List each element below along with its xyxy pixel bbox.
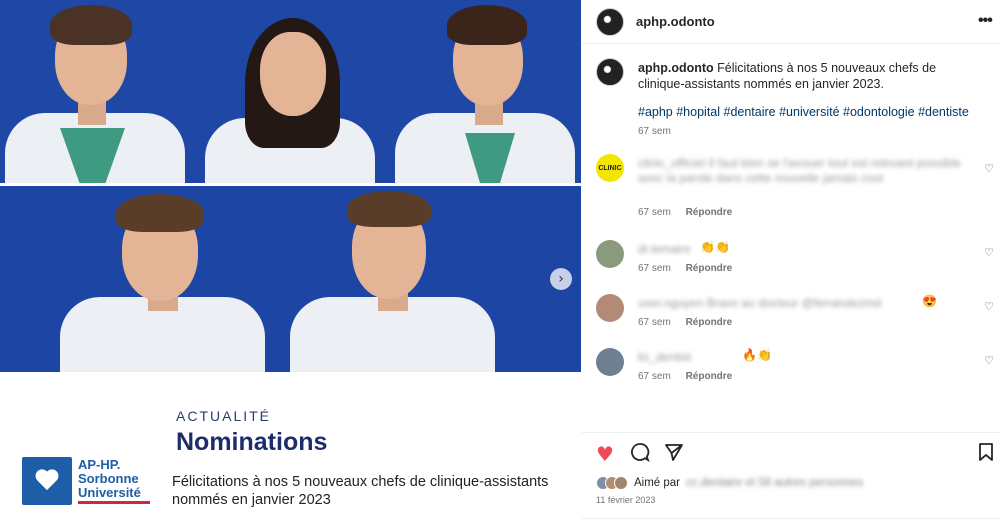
comment-text: liz_dentist: [638, 350, 692, 364]
caption-avatar[interactable]: [596, 58, 624, 86]
likes-summary[interactable]: Aimé par cc.dentaire et 58 autres person…: [596, 476, 986, 492]
post-sidebar: aphp.odonto ••• aphp.odonto Félicitation…: [582, 0, 1000, 525]
likes-names: cc.dentaire et 58 autres personnes: [686, 477, 864, 489]
post-time: 67 sem: [638, 126, 671, 137]
post-header: aphp.odonto •••: [582, 0, 1000, 44]
aphp-logo: [22, 457, 72, 505]
likes-prefix: Aimé par: [634, 477, 681, 489]
like-comment-icon[interactable]: ♡: [984, 354, 994, 367]
reply-button[interactable]: Répondre: [686, 371, 733, 382]
comment-avatar[interactable]: [596, 240, 624, 268]
comment-meta: 67 sem Répondre: [638, 317, 744, 328]
heart-logo-icon: [34, 470, 60, 492]
comment-emoji: 👏👏: [700, 240, 730, 254]
reply-button[interactable]: Répondre: [686, 263, 733, 274]
post-actions-bar: ♥: [582, 432, 1000, 474]
aphp-logo-text: AP-HP. Sorbonne Université: [78, 457, 141, 500]
comment-avatar[interactable]: [596, 294, 624, 322]
chevron-right-icon: ›: [558, 271, 564, 287]
post-hashtags[interactable]: #aphp #hopital #dentaire #université #od…: [638, 105, 969, 119]
comment-text: clinic_officiel Il faut bien se l'avouer…: [638, 156, 961, 185]
logo-underline: [78, 501, 150, 504]
comment-emoji: 🔥👏: [742, 348, 772, 362]
heart-filled-icon[interactable]: ♥: [596, 442, 614, 466]
bookmark-icon[interactable]: [978, 442, 994, 467]
person-photo: [395, 0, 581, 183]
like-comment-icon[interactable]: ♡: [984, 300, 994, 313]
profile-avatar[interactable]: [596, 8, 624, 36]
person-photo: [200, 0, 380, 183]
reply-button[interactable]: Répondre: [686, 207, 733, 218]
comment-time: 67 sem: [638, 207, 671, 218]
instagram-post-window: › ACTUALITÉ Nominations Félicitations à …: [0, 0, 1000, 525]
media-caption-banner: ACTUALITÉ Nominations Félicitations à no…: [0, 372, 581, 525]
liker-avatar: [614, 476, 628, 490]
media-caption: Félicitations à nos 5 nouveaux chefs de …: [172, 474, 549, 508]
like-comment-icon[interactable]: ♡: [984, 162, 994, 175]
like-comment-icon[interactable]: ♡: [984, 246, 994, 259]
category-label: ACTUALITÉ: [176, 408, 272, 424]
person-photo: [0, 0, 190, 183]
header-username[interactable]: aphp.odonto: [636, 14, 715, 29]
comment-time: 67 sem: [638, 371, 671, 382]
comment-icon[interactable]: [630, 442, 650, 467]
post-date: 11 février 2023: [596, 495, 656, 505]
post-media[interactable]: › ACTUALITÉ Nominations Félicitations à …: [0, 0, 581, 525]
more-options-icon[interactable]: •••: [978, 12, 993, 30]
comment-meta: 67 sem Répondre: [638, 371, 744, 382]
caption-username[interactable]: aphp.odonto: [638, 61, 714, 75]
photo-top-row: [0, 0, 581, 183]
photo-bottom-row: [0, 186, 581, 372]
comment-emoji: 😍: [922, 294, 937, 308]
comment-avatar[interactable]: [596, 348, 624, 376]
person-photo: [60, 186, 270, 372]
comment-meta: 67 sem Répondre: [638, 263, 744, 274]
person-photo: [290, 186, 500, 372]
comment-text: user.nguyen Bravo au docteur @ferrandezm…: [638, 296, 881, 310]
comment-avatar[interactable]: CLINIC: [596, 154, 624, 182]
media-title: Nominations: [176, 428, 328, 456]
comment-text: dr.lemaire: [638, 242, 691, 256]
post-caption: aphp.odonto Félicitations à nos 5 nouvea…: [638, 60, 978, 92]
carousel-next-button[interactable]: ›: [550, 268, 572, 290]
panel-bottom-border: [582, 518, 1000, 519]
share-icon[interactable]: [664, 442, 684, 467]
comment-time: 67 sem: [638, 317, 671, 328]
comment-meta: 67 sem Répondre: [638, 207, 744, 218]
reply-button[interactable]: Répondre: [686, 317, 733, 328]
comment-time: 67 sem: [638, 263, 671, 274]
